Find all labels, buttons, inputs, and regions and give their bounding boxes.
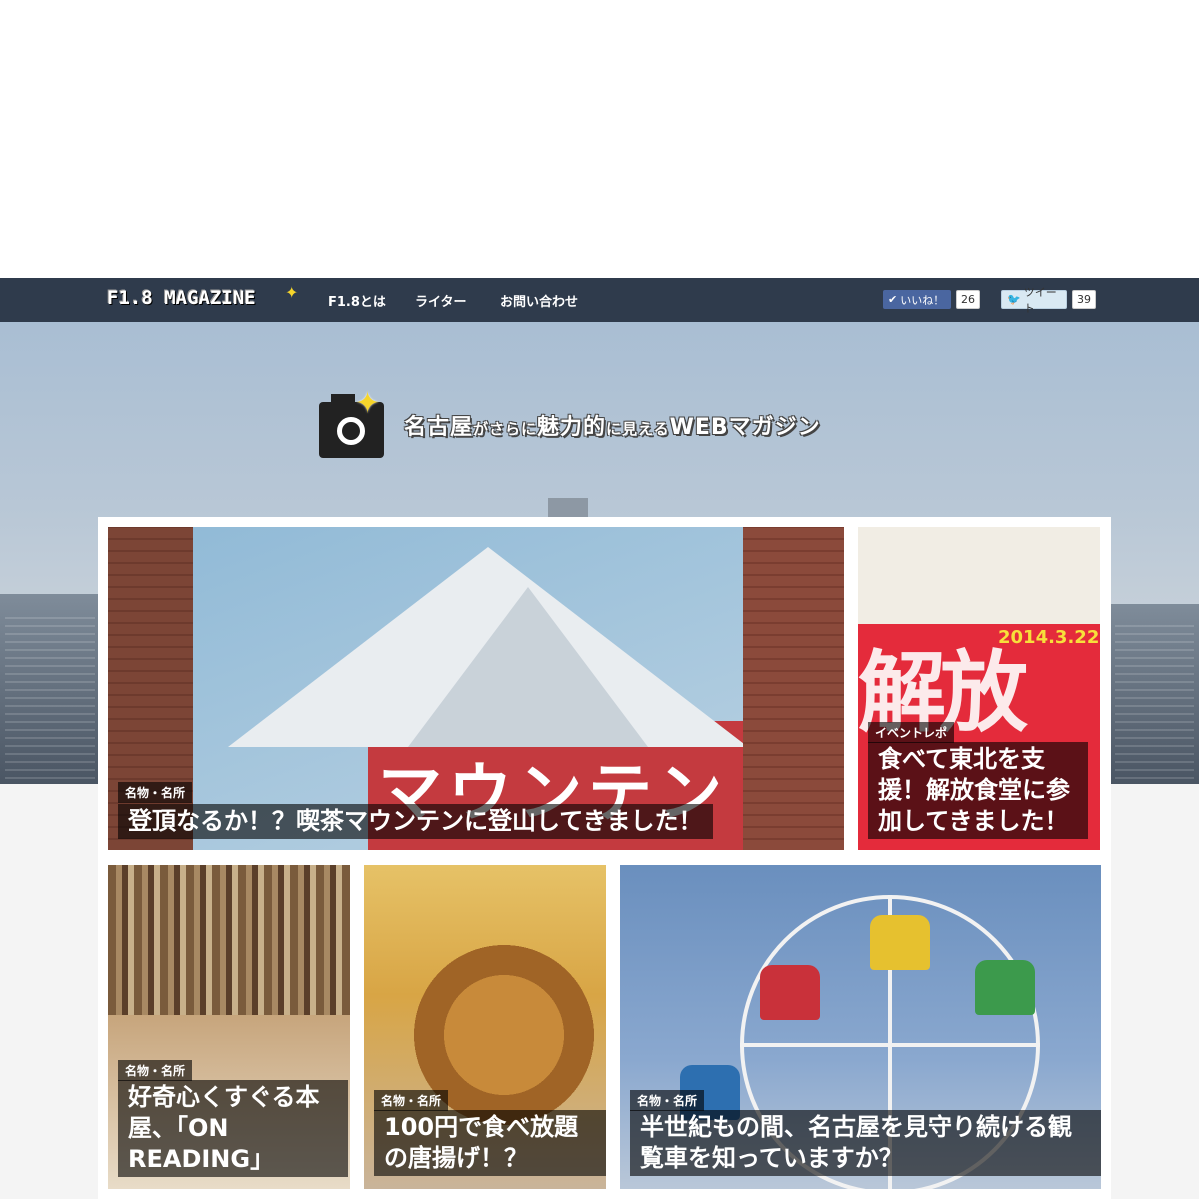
nav-link-writers[interactable]: ライター xyxy=(415,291,466,310)
nav-link-about[interactable]: F1.8とは xyxy=(328,291,386,310)
tweet-button[interactable]: 🐦 ツイート xyxy=(1001,286,1067,315)
article-card-karaage[interactable]: 名物・名所 100円で食べ放題の唐揚げ！？ xyxy=(364,865,606,1189)
category-tag[interactable]: 名物・名所 xyxy=(630,1090,705,1111)
city-skyline-right xyxy=(1110,604,1199,784)
tweet-label: ツイート xyxy=(1023,285,1057,315)
article-title[interactable]: 半世紀もの間、名古屋を見守り続ける観覧車を知っていますか？ xyxy=(630,1110,1101,1176)
hero-tagline: ✦ 名古屋がさらに魅力的に見えるWEBマガジン xyxy=(319,386,821,458)
article-title[interactable]: 食べて東北を支援！解放食堂に参加してきました！ xyxy=(868,742,1088,839)
city-skyline-left xyxy=(0,594,100,784)
camera-icon: ✦ xyxy=(319,386,384,458)
like-count: 26 xyxy=(956,290,980,309)
category-tag[interactable]: 名物・名所 xyxy=(118,1060,193,1081)
check-icon: ✔ xyxy=(888,293,898,306)
category-tag[interactable]: 名物・名所 xyxy=(118,782,193,803)
article-card-bookstore[interactable]: 名物・名所 好奇心くすぐる本屋、「ON READING」 xyxy=(108,865,350,1189)
article-image: マウンテン xyxy=(108,527,844,850)
category-tag[interactable]: 名物・名所 xyxy=(374,1090,449,1111)
distant-building xyxy=(548,498,588,518)
article-card-mountain[interactable]: マウンテン 名物・名所 登頂なるか！？喫茶マウンテンに登山してきました！ xyxy=(108,527,844,850)
category-tag[interactable]: イベントレポ xyxy=(868,722,955,743)
poster-date: 2014.3.22 xyxy=(998,627,1100,648)
star-icon: ✦ xyxy=(285,283,299,302)
tweet-widget: 🐦 ツイート 39 xyxy=(1001,286,1096,315)
facebook-like-widget: ✔ いいね！ 26 xyxy=(883,290,980,309)
facebook-like-button[interactable]: ✔ いいね！ xyxy=(883,290,951,309)
article-card-kaiho[interactable]: 解放 2014.3.22 イベントレポ 食べて東北を支援！解放食堂に参加してきま… xyxy=(858,527,1100,850)
top-blank-area xyxy=(0,0,1199,278)
tagline-text: 名古屋がさらに魅力的に見えるWEBマガジン xyxy=(404,415,821,440)
article-title[interactable]: 好奇心くすぐる本屋、「ON READING」 xyxy=(118,1080,348,1177)
site-logo[interactable]: F1.8 MAGAZINE xyxy=(107,287,256,309)
twitter-bird-icon: 🐦 xyxy=(1007,293,1021,306)
article-title[interactable]: 登頂なるか！？喫茶マウンテンに登山してきました！ xyxy=(118,804,713,839)
tweet-count: 39 xyxy=(1072,290,1096,309)
like-label: いいね！ xyxy=(900,293,945,307)
nav-link-contact[interactable]: お問い合わせ xyxy=(500,291,578,310)
article-card-ferris-wheel[interactable]: 名物・名所 半世紀もの間、名古屋を見守り続ける観覧車を知っていますか？ xyxy=(620,865,1101,1189)
article-title[interactable]: 100円で食べ放題の唐揚げ！？ xyxy=(374,1110,606,1176)
